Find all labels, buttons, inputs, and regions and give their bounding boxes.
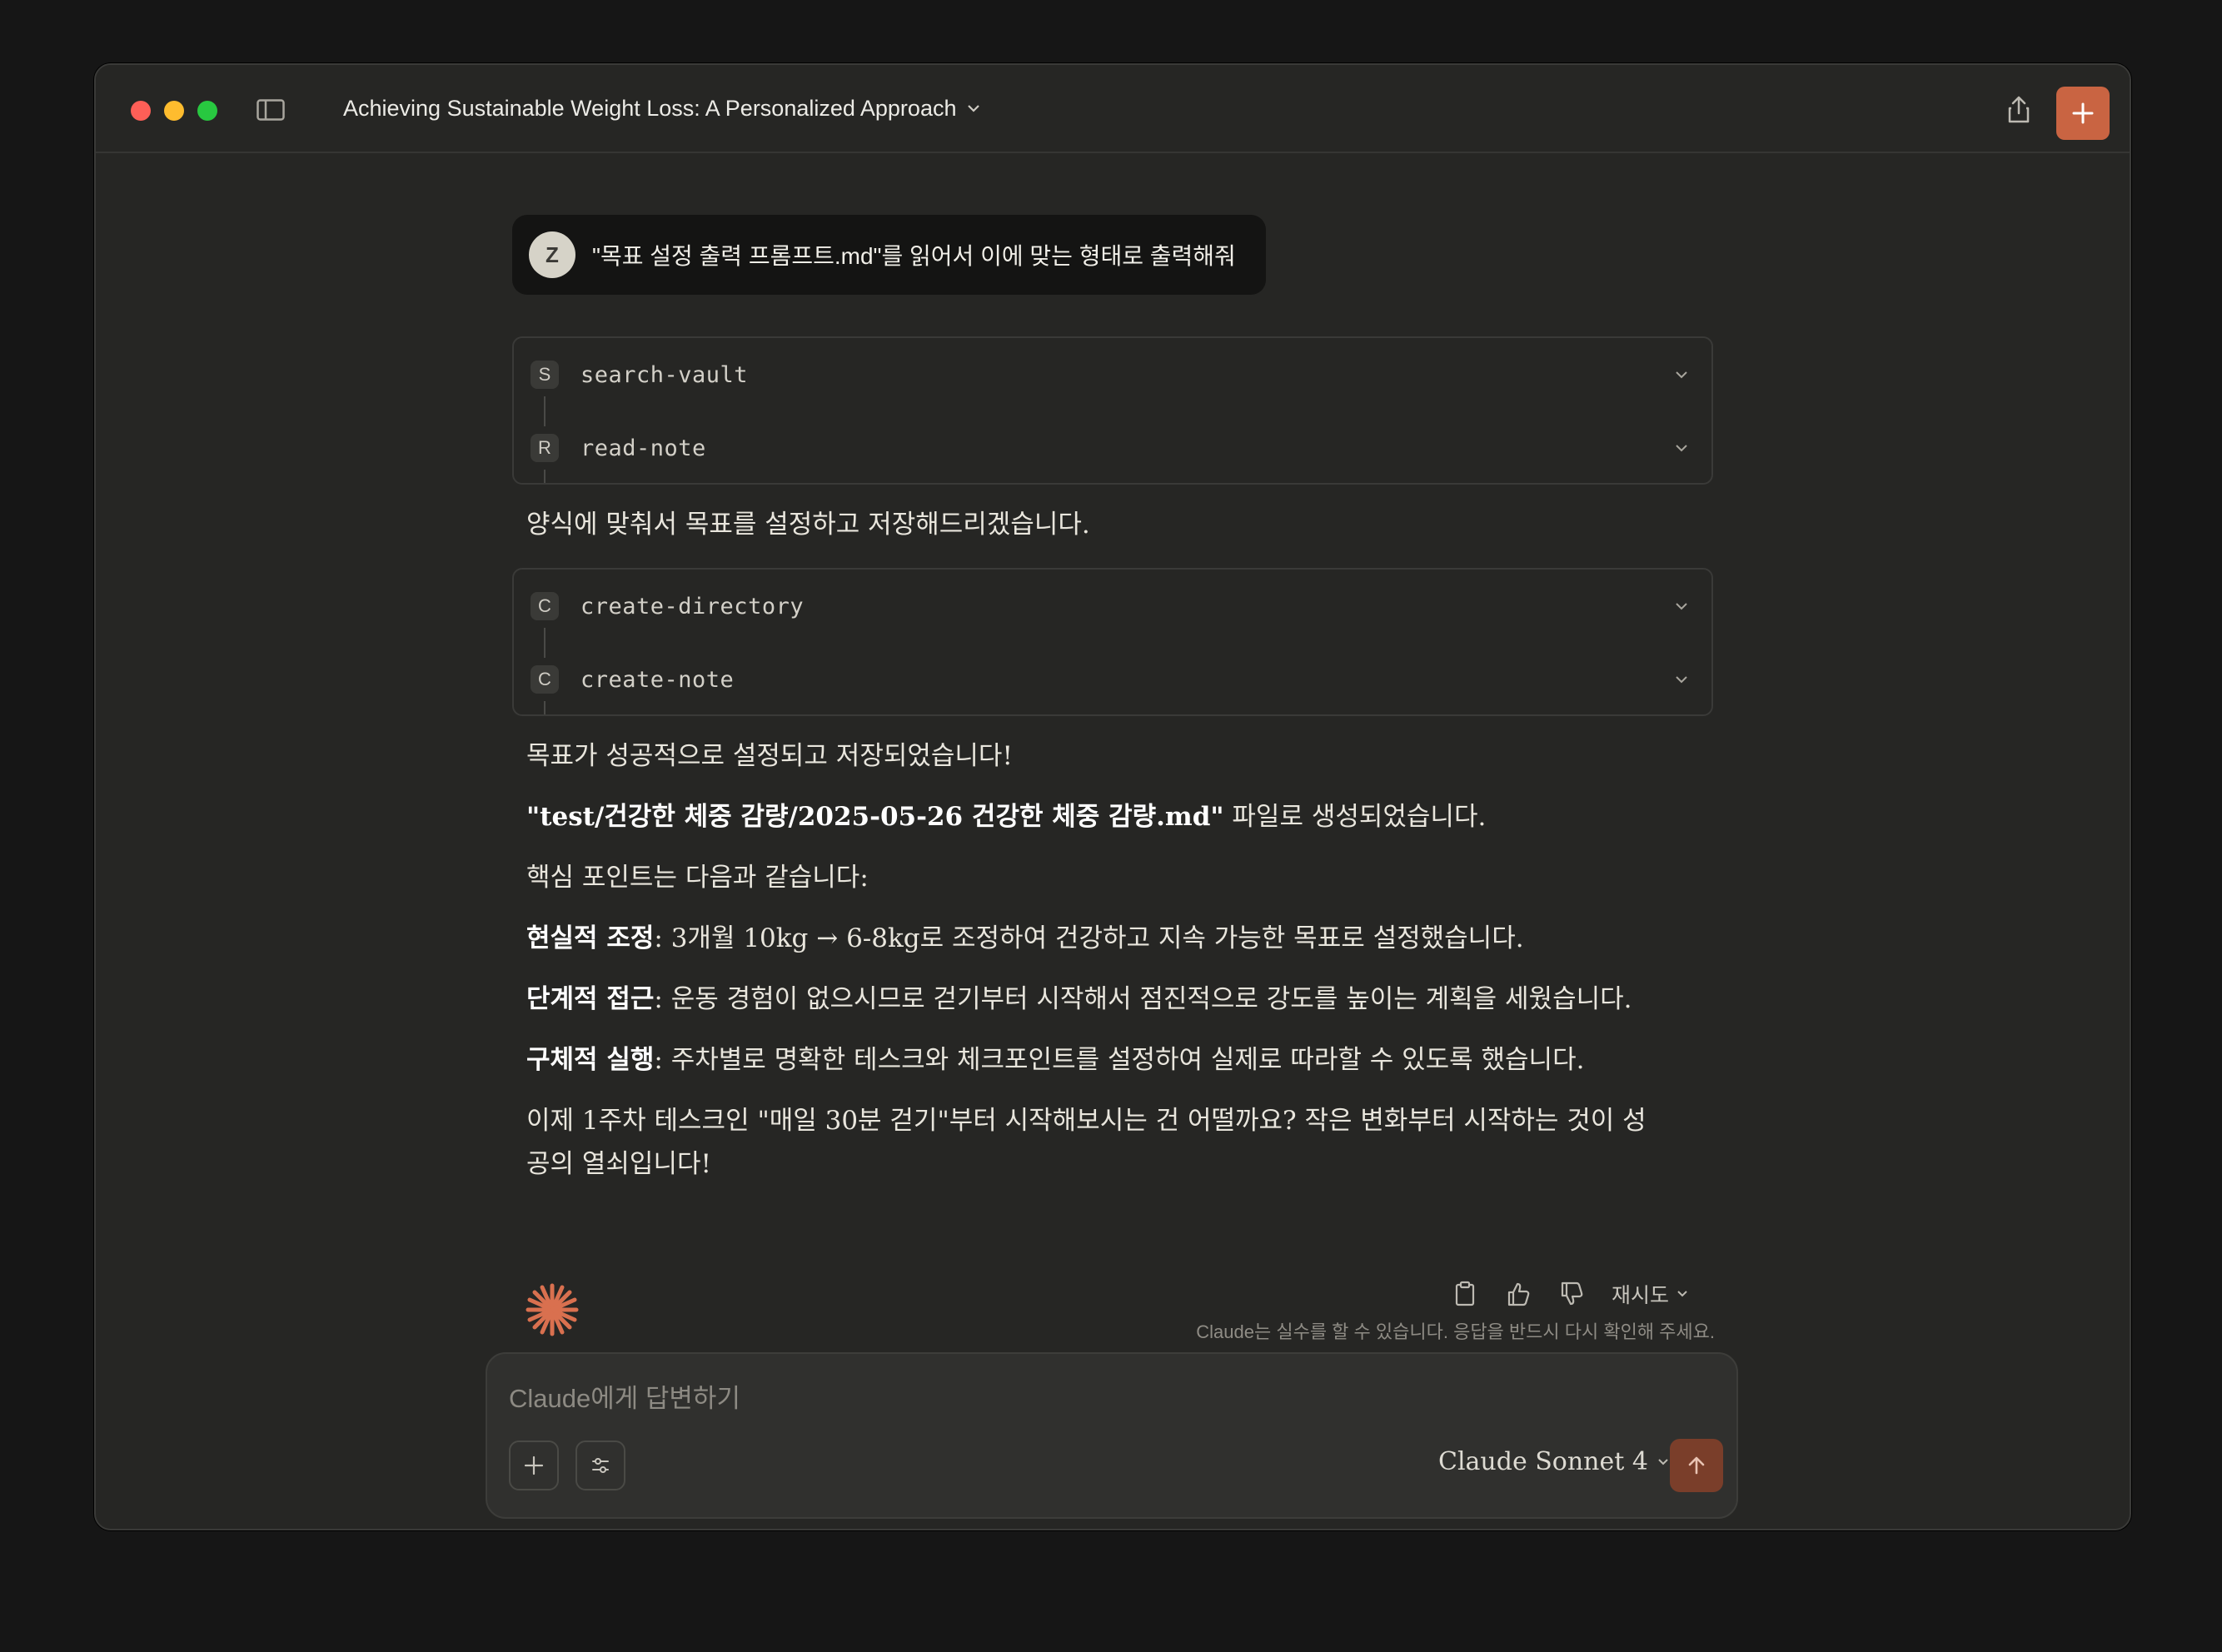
response-text: : 운동 경험이 없으시므로 걷기부터 시작해서 점진적으로 강도를 높이는 계… [654,984,1632,1014]
disclaimer-text: Claude는 실수를 할 수 있습니다. 응답을 반드시 다시 확인해 주세요… [1196,1321,1715,1342]
response-text: 파일로 생성되었습니다. [1223,802,1487,832]
assistant-response: 목표가 성공적으로 설정되고 저장되었습니다! "test/건강한 체중 감량/… [526,734,1759,1186]
tool-call-search-vault[interactable]: S search-vault [514,338,1711,411]
tool-badge: C [531,665,559,694]
tool-name: read-note [580,435,706,461]
app-window: Achieving Sustainable Weight Loss: A Per… [94,63,2131,1530]
response-text: : 주차별로 명확한 테스크와 체크포인트를 설정하여 실제로 따라할 수 있도… [654,1045,1585,1075]
file-path-text: "test/건강한 체중 감량/2025-05-26 건강한 체중 감량.md" [526,802,1224,832]
tool-call-group-1: S search-vault R read-note [512,336,1713,485]
reply-input[interactable]: Claude에게 답변하기 [509,1377,740,1415]
tool-name: create-directory [580,593,805,620]
chevron-down-icon [968,105,980,112]
tool-call-create-note[interactable]: C create-note [514,643,1711,716]
response-paragraph: 단계적 접근: 운동 경험이 없으시므로 걷기부터 시작해서 점진적으로 강도를… [526,978,1651,1021]
response-text: 목표가 성공적으로 설정되고 저장되었습니다! [526,741,1013,771]
point-heading: 구체적 실행 [526,1045,655,1075]
plus-icon [524,1455,544,1475]
close-window-button[interactable] [131,101,151,121]
tools-button[interactable] [575,1441,625,1490]
tool-badge: C [531,592,559,620]
avatar: Z [529,231,575,278]
tool-badge: S [531,361,559,389]
claude-logo-icon [526,1283,579,1336]
response-paragraph: 이제 1주차 테스크인 "매일 30분 걷기"부터 시작해보시는 건 어떨까요?… [526,1099,1651,1186]
thumbs-down-icon[interactable] [1557,1279,1587,1309]
tool-connector [544,701,546,714]
conversation-title-text: Achieving Sustainable Weight Loss: A Per… [343,96,957,121]
maximize-window-button[interactable] [197,101,217,121]
response-paragraph: 구체적 실행: 주차별로 명확한 테스크와 체크포인트를 설정하여 실제로 따라… [526,1038,1759,1082]
assistant-intro-text: 양식에 맞춰서 목표를 설정하고 저장해드리겠습니다. [526,510,1090,540]
sidebar-toggle-icon[interactable] [257,99,285,121]
composer: Claude에게 답변하기 Claude Sonnet 4 [486,1352,1738,1519]
attach-button[interactable] [509,1441,559,1490]
response-paragraph: 핵심 포인트는 다음과 같습니다: [526,856,1759,899]
chevron-down-icon[interactable] [1673,671,1690,688]
point-heading: 단계적 접근 [526,984,655,1014]
chevron-down-icon[interactable] [1673,440,1690,456]
sliders-icon [592,1458,609,1473]
tool-name: search-vault [580,361,749,388]
chevron-down-icon[interactable] [1673,366,1690,383]
share-icon[interactable] [2002,93,2035,127]
chevron-down-icon [1658,1458,1668,1465]
chevron-down-icon[interactable] [1673,598,1690,615]
conversation-title[interactable]: Achieving Sustainable Weight Loss: A Per… [343,90,981,127]
assistant-intro: 양식에 맞춰서 목표를 설정하고 저장해드리겠습니다. [526,503,1651,546]
new-chat-button[interactable] [2056,87,2110,140]
response-text: : 3개월 10kg → 6-8kg로 조정하여 건강하고 지속 가능한 목표로… [654,923,1524,953]
tool-badge: R [531,434,559,462]
minimize-window-button[interactable] [164,101,184,121]
arrow-up-icon [1688,1456,1705,1475]
user-message: Z "목표 설정 출력 프롬프트.md"를 읽어서 이에 맞는 형태로 출력해줘 [512,215,1266,295]
send-button[interactable] [1670,1439,1723,1492]
point-heading: 현실적 조정 [526,923,655,953]
response-text: 핵심 포인트는 다음과 같습니다: [526,863,869,893]
tool-name: create-note [580,666,735,693]
response-paragraph: 현실적 조정: 3개월 10kg → 6-8kg로 조정하여 건강하고 지속 가… [526,917,1759,960]
tool-call-group-2: C create-directory C create-note [512,568,1713,716]
response-paragraph: 목표가 성공적으로 설정되고 저장되었습니다! [526,734,1759,778]
tool-connector [544,470,546,483]
tool-call-create-directory[interactable]: C create-directory [514,570,1711,643]
retry-label: 재시도 [1612,1284,1670,1307]
copy-icon[interactable] [1450,1279,1480,1309]
user-message-text: "목표 설정 출력 프롬프트.md"를 읽어서 이에 맞는 형태로 출력해줘 [592,243,1236,269]
response-text: 이제 1주차 테스크인 "매일 30분 걷기"부터 시작해보시는 건 어떨까요?… [526,1106,1647,1179]
model-name: Claude Sonnet 4 [1438,1447,1648,1476]
model-selector[interactable]: Claude Sonnet 4 [1438,1447,1670,1476]
title-bar: Achieving Sustainable Weight Loss: A Per… [96,65,2130,153]
retry-button[interactable]: 재시도 [1612,1279,1689,1309]
chevron-down-icon [1677,1291,1687,1297]
response-paragraph: "test/건강한 체중 감량/2025-05-26 건강한 체중 감량.md"… [526,795,1759,838]
thumbs-up-icon[interactable] [1503,1279,1533,1309]
plus-icon [2072,102,2094,124]
tool-call-read-note[interactable]: R read-note [514,411,1711,485]
